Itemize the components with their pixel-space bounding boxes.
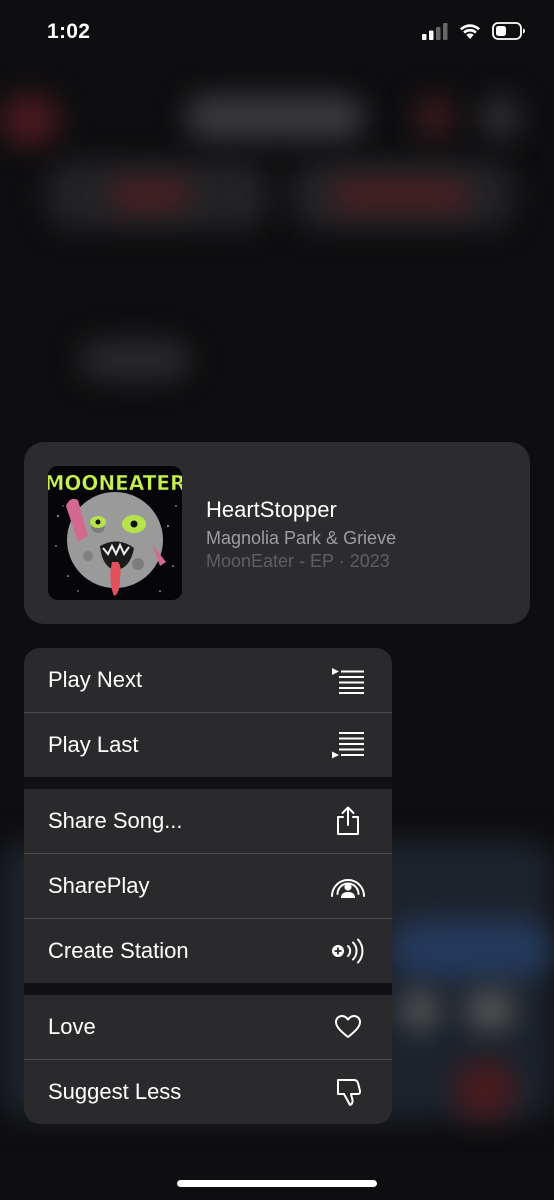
menu-label-play-next: Play Next [48,667,143,692]
menu-label-share-song: Share Song... [48,808,183,833]
shareplay-icon [328,869,368,903]
album-artwork: MOONEATER [48,466,182,600]
menu-item-love[interactable]: Love [24,995,392,1059]
song-album-year: MoonEater - EP · 2023 [206,551,390,571]
thumbs-down-icon [328,1075,368,1109]
context-menu: Play Next Play Last Share Song... ShareP… [24,648,392,1124]
menu-label-suggest-less: Suggest Less [48,1079,182,1104]
play-last-icon [328,728,368,762]
song-artist: Magnolia Park & Grieve [206,528,397,548]
menu-item-share-song[interactable]: Share Song... [24,789,392,853]
cellular-signal-icon [422,22,448,45]
song-title: HeartStopper [206,497,337,522]
menu-label-play-last: Play Last [48,732,139,757]
share-icon [328,804,368,838]
artwork-title: MOONEATER [48,471,182,495]
status-bar: 1:02 [0,0,554,70]
menu-label-love: Love [48,1014,96,1039]
menu-label-create-station: Create Station [48,938,189,963]
status-time: 1:02 [47,20,91,43]
station-icon [328,934,368,968]
menu-item-suggest-less[interactable]: Suggest Less [24,1060,392,1124]
status-icons [422,22,526,45]
menu-item-play-next[interactable]: Play Next [24,648,392,712]
home-indicator[interactable] [177,1180,377,1187]
song-preview-card: MOONEATER HeartStopper Magnolia Park & G… [24,442,530,624]
menu-item-shareplay[interactable]: SharePlay [24,854,392,918]
heart-icon [328,1010,368,1044]
battery-icon [492,22,526,45]
menu-item-play-last[interactable]: Play Last [24,713,392,777]
menu-label-shareplay: SharePlay [48,873,150,898]
wifi-icon [458,22,482,45]
play-next-icon [328,663,368,697]
menu-item-create-station[interactable]: Create Station [24,919,392,983]
